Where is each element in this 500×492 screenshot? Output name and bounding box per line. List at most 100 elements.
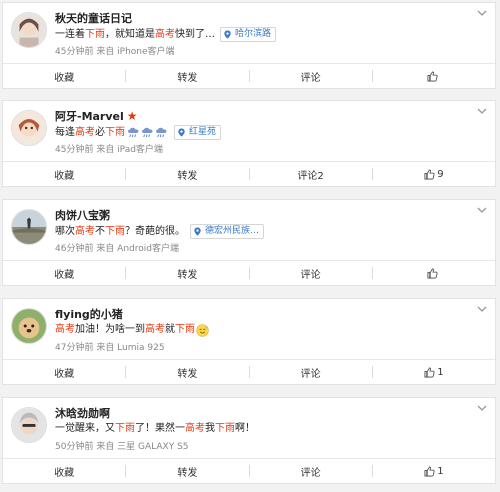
- chevron-down-icon[interactable]: [477, 305, 487, 313]
- keyword-highlight: 下雨: [85, 28, 105, 40]
- keyword-highlight: 高考: [75, 126, 95, 138]
- like-button[interactable]: [373, 261, 495, 285]
- location-tag[interactable]: 德宏州民族…: [190, 224, 265, 239]
- repost-button[interactable]: 转发: [126, 64, 248, 88]
- collect-button[interactable]: 收藏: [3, 360, 125, 384]
- keyword-highlight: 下雨: [105, 225, 125, 237]
- post-content: 每逢高考必下雨: [55, 126, 125, 140]
- comment-button[interactable]: 评论: [250, 360, 372, 384]
- location-pin-icon: [224, 30, 231, 39]
- thumbs-up-icon: [427, 268, 438, 278]
- post-text-segment: 啊！: [235, 423, 255, 434]
- thumbs-up-icon: [424, 169, 435, 179]
- post-meta: 50分钟前 来自 三星 GALAXY S5: [55, 442, 189, 452]
- location-label: 哈尔滨路: [235, 29, 272, 39]
- post-card: 阿牙-Marvel ★ 每逢高考必下雨 红星苑 45分钟前 来自 iPad客户端 …: [2, 100, 496, 187]
- avatar[interactable]: [11, 209, 47, 245]
- like-button[interactable]: [373, 64, 495, 88]
- post-meta: 47分钟前 来自 Lumia 925: [55, 343, 165, 353]
- avatar[interactable]: [11, 12, 47, 48]
- post-text: 每逢高考必下雨 红星苑: [55, 125, 222, 140]
- comment-button[interactable]: 评论2: [250, 162, 372, 186]
- post-text-segment: ，就知道是: [105, 28, 155, 40]
- action-bar: 收藏 转发 评论: [3, 260, 495, 285]
- avatar[interactable]: [11, 308, 47, 344]
- post-card: 沐晗劲勋啊 一觉醒来，又下雨了！果然一高考我下雨啊！ 50分钟前 来自 三星 G…: [2, 397, 496, 484]
- avatar[interactable]: [11, 407, 47, 443]
- collect-button[interactable]: 收藏: [3, 459, 125, 483]
- chevron-down-icon[interactable]: [477, 404, 487, 412]
- action-bar: 收藏 转发 评论2 9: [3, 161, 495, 186]
- repost-button[interactable]: 转发: [126, 459, 248, 483]
- post-text-segment: 每逢: [55, 126, 75, 138]
- post-text-segment: 了！果然一: [135, 423, 185, 434]
- rain-cloud-icon: [142, 127, 153, 137]
- post-text-segment: 加油！为啥一到: [75, 324, 145, 335]
- keyword-highlight: 高考: [145, 324, 165, 335]
- post-card: 秋天的童话日记 一连着下雨，就知道是高考快到了… 哈尔滨路 45分钟前 来自 i…: [2, 2, 496, 89]
- repost-button[interactable]: 转发: [126, 360, 248, 384]
- post-text-segment: ？奇葩的很。: [125, 225, 185, 237]
- chevron-down-icon[interactable]: [477, 9, 487, 17]
- action-bar: 收藏 转发 评论 1: [3, 458, 495, 483]
- username[interactable]: 肉饼八宝粥: [55, 207, 110, 223]
- thumbs-up-icon: [424, 466, 435, 476]
- weibo-comment-feed: 秋天的童话日记 一连着下雨，就知道是高考快到了… 哈尔滨路 45分钟前 来自 i…: [0, 0, 500, 492]
- post-text-segment: 快到了…: [175, 28, 215, 40]
- username[interactable]: 秋天的童话日记: [55, 10, 132, 26]
- keyword-highlight: 高考: [185, 423, 205, 434]
- location-pin-icon: [178, 128, 185, 137]
- post-text-segment: 必: [95, 126, 105, 138]
- post-text: 哪次高考不下雨？奇葩的很。 德宏州民族…: [55, 224, 265, 239]
- like-button[interactable]: 1: [373, 459, 495, 483]
- chevron-down-icon[interactable]: [477, 107, 487, 115]
- post-content: 哪次高考不下雨？奇葩的很。: [55, 225, 185, 239]
- comment-button[interactable]: 评论: [250, 64, 372, 88]
- keyword-highlight: 下雨: [105, 126, 125, 138]
- thumbs-up-icon: [427, 71, 438, 81]
- post-text-segment: 哪次: [55, 225, 75, 237]
- location-tag[interactable]: 哈尔滨路: [220, 27, 277, 42]
- post-content: 一觉醒来，又下雨了！果然一高考我下雨啊！: [55, 422, 255, 436]
- post-text-segment: 一觉醒来，又: [55, 423, 115, 434]
- post-meta: 45分钟前 来自 iPad客户端: [55, 145, 163, 155]
- like-button[interactable]: 1: [373, 360, 495, 384]
- thumbs-up-icon: [424, 367, 435, 377]
- rain-cloud-icon: [128, 127, 139, 137]
- keyword-highlight: 下雨: [175, 324, 195, 335]
- post-text-segment: 不: [95, 225, 105, 237]
- keyword-highlight: 高考: [75, 225, 95, 237]
- location-tag[interactable]: 红星苑: [174, 125, 222, 140]
- post-content: 一连着下雨，就知道是高考快到了…: [55, 28, 215, 42]
- post-text: 一觉醒来，又下雨了！果然一高考我下雨啊！: [55, 422, 255, 436]
- location-label: 红星苑: [189, 127, 217, 137]
- like-button[interactable]: 9: [373, 162, 495, 186]
- post-meta: 45分钟前 来自 iPhone客户端: [55, 47, 175, 57]
- username[interactable]: 阿牙-Marvel ★: [55, 108, 138, 124]
- post-text-segment: 我: [205, 423, 215, 434]
- rain-cloud-emoji-group: [127, 127, 169, 139]
- keyword-highlight: 高考: [55, 324, 75, 335]
- repost-button[interactable]: 转发: [126, 162, 248, 186]
- collect-button[interactable]: 收藏: [3, 261, 125, 285]
- repost-button[interactable]: 转发: [126, 261, 248, 285]
- post-meta: 46分钟前 来自 Android客户端: [55, 244, 179, 254]
- avatar[interactable]: [11, 110, 47, 146]
- comment-button[interactable]: 评论: [250, 261, 372, 285]
- post-card: flying的小猪 高考加油！为啥一到高考就下雨 47分钟前 来自 Lumia …: [2, 298, 496, 385]
- username[interactable]: 沐晗劲勋啊: [55, 405, 110, 421]
- post-text-segment: 就: [165, 324, 175, 335]
- rain-cloud-icon: [156, 127, 167, 137]
- sweat-smile-emoji-icon: [196, 323, 209, 337]
- collect-button[interactable]: 收藏: [3, 162, 125, 186]
- username[interactable]: flying的小猪: [55, 306, 123, 322]
- comment-button[interactable]: 评论: [250, 459, 372, 483]
- post-card: 肉饼八宝粥 哪次高考不下雨？奇葩的很。 德宏州民族… 46分钟前 来自 Andr…: [2, 199, 496, 286]
- collect-button[interactable]: 收藏: [3, 64, 125, 88]
- post-text: 一连着下雨，就知道是高考快到了… 哈尔滨路: [55, 27, 277, 42]
- member-star-icon: ★: [126, 109, 138, 123]
- post-content: 高考加油！为啥一到高考就下雨: [55, 323, 195, 337]
- action-bar: 收藏 转发 评论 1: [3, 359, 495, 384]
- keyword-highlight: 高考: [155, 28, 175, 40]
- chevron-down-icon[interactable]: [477, 206, 487, 214]
